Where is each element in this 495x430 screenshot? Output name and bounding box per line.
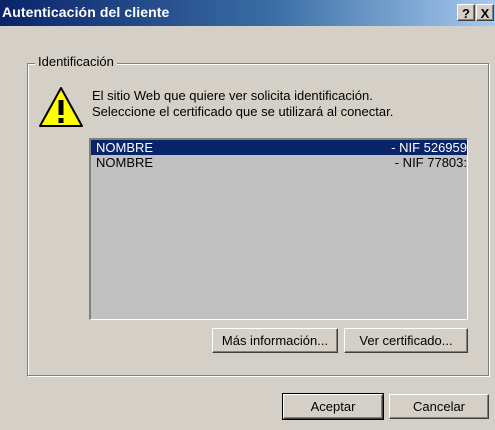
cancel-button[interactable]: Cancelar: [389, 394, 489, 419]
title-bar: Autenticación del cliente ? X: [0, 0, 495, 26]
certificate-name: NOMBRE: [96, 140, 154, 155]
certificate-list[interactable]: NOMBRE - NIF 526959 NOMBRE - NIF 77803:: [89, 138, 468, 320]
certificate-nif: - NIF 77803:: [394, 155, 467, 170]
window-title: Autenticación del cliente: [2, 4, 170, 20]
group-label: Identificación: [35, 54, 117, 69]
close-button[interactable]: X: [476, 4, 494, 21]
certificate-row[interactable]: NOMBRE - NIF 526959: [91, 140, 467, 155]
message-line-2: Seleccione el certificado que se utiliza…: [92, 104, 394, 119]
more-info-button[interactable]: Más información...: [212, 328, 338, 353]
warning-icon: [39, 87, 83, 127]
help-button[interactable]: ?: [457, 4, 475, 21]
message-line-1: El sitio Web que quiere ver solicita ide…: [92, 88, 373, 103]
certificate-name: NOMBRE: [96, 155, 154, 170]
certificate-row[interactable]: NOMBRE - NIF 77803:: [91, 155, 467, 170]
accept-button[interactable]: Aceptar: [282, 393, 384, 420]
certificate-nif: - NIF 526959: [391, 140, 467, 155]
view-certificate-button[interactable]: Ver certificado...: [344, 328, 468, 353]
